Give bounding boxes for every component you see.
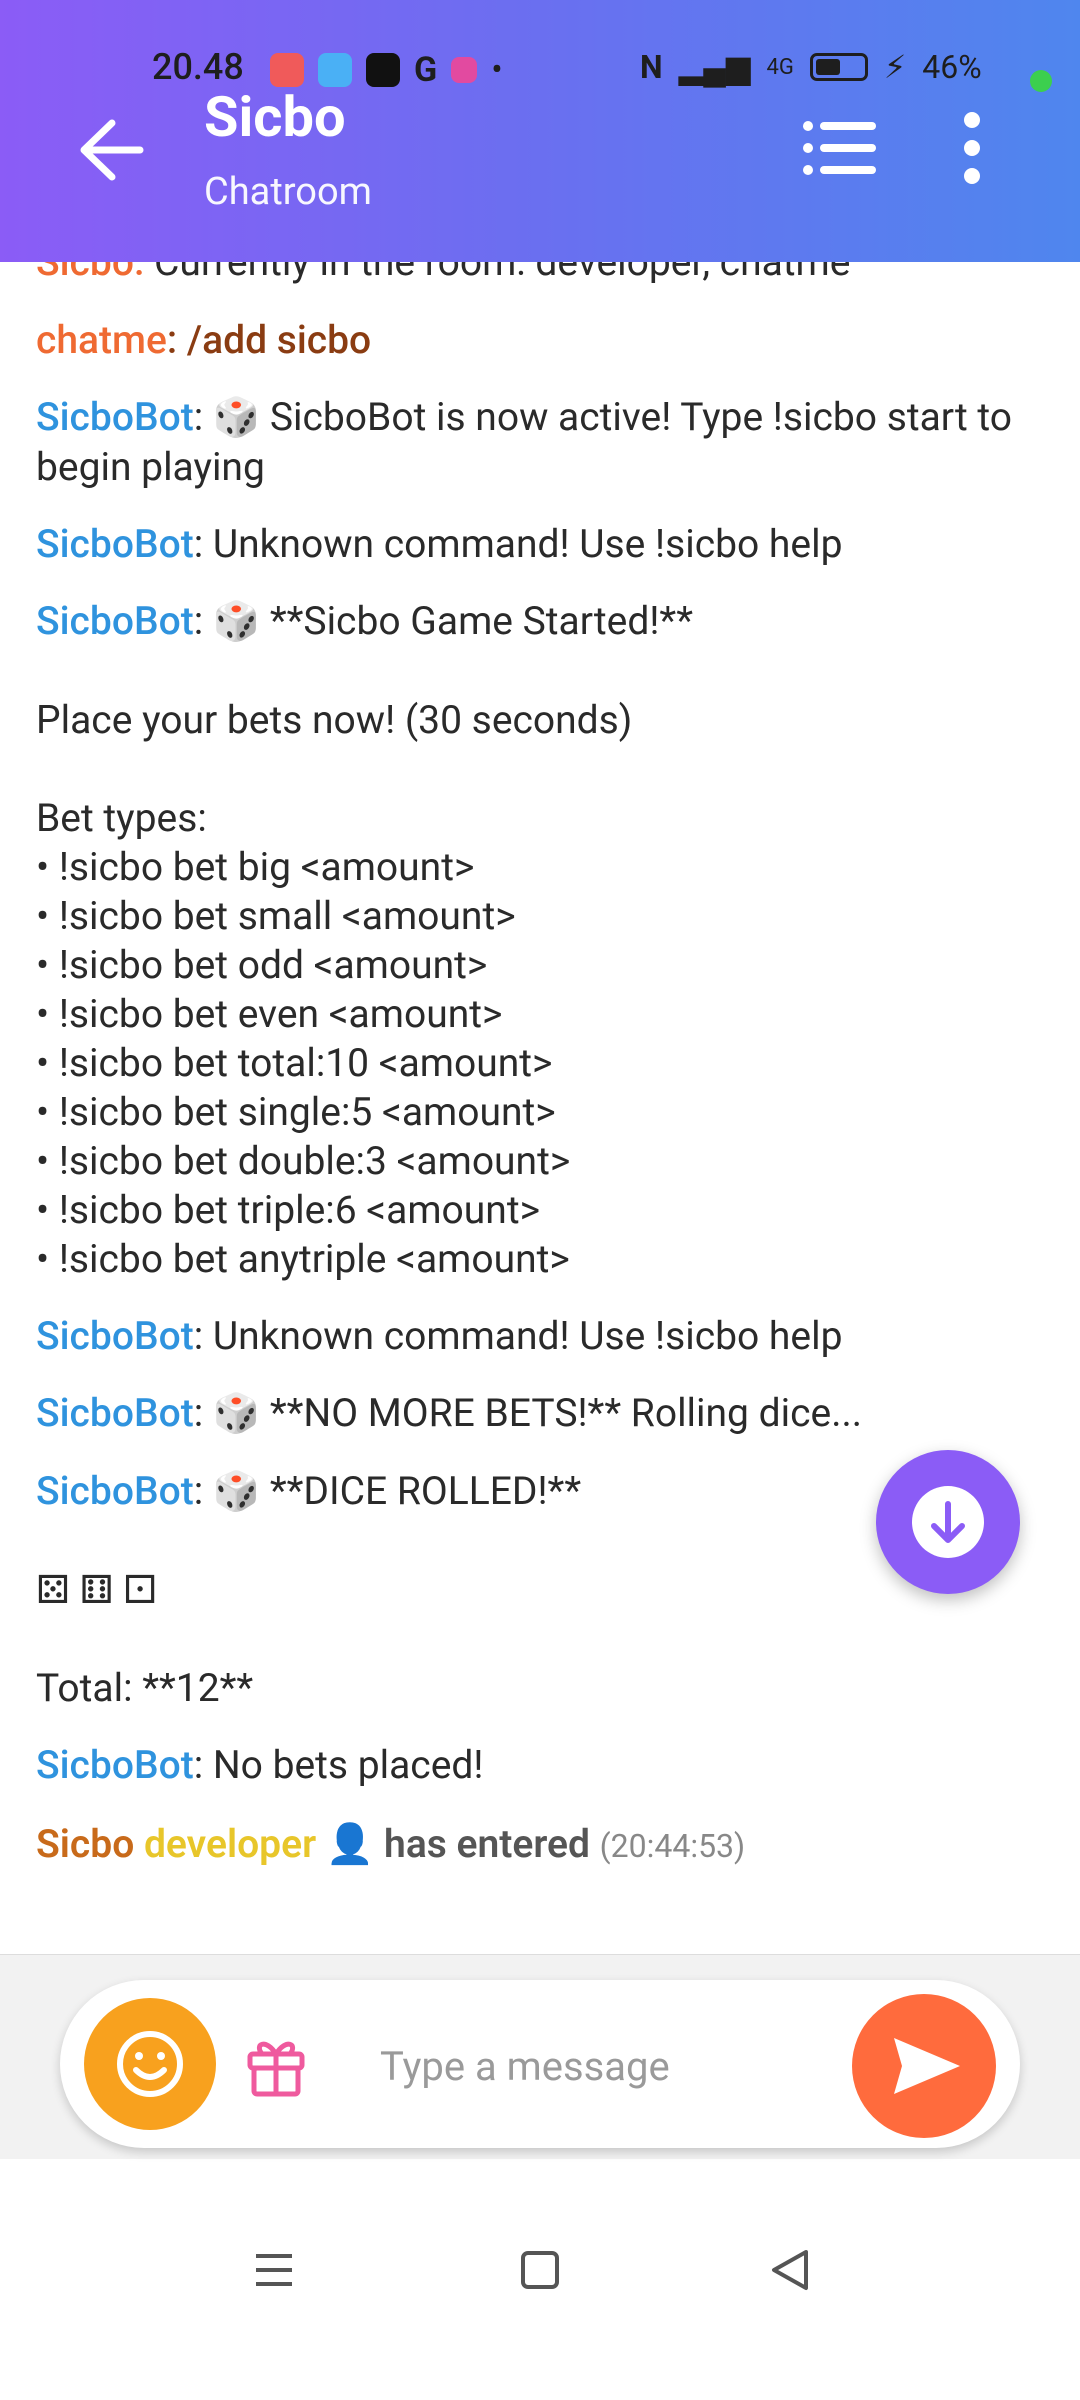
send-icon: [894, 2038, 960, 2094]
status-bar: 20.48 G • N ▂▄▆ 4G ⚡ 46%: [0, 40, 1080, 102]
chat-message: SicboBot: Unknown command! Use !sicbo he…: [36, 521, 843, 567]
message-sender: SicboBot: [36, 1313, 194, 1359]
message-sender: SicboBot: [36, 521, 194, 567]
page-title: Sicbo: [204, 84, 346, 150]
message-sender: SicboBot: [36, 1742, 194, 1788]
send-button[interactable]: [852, 1994, 996, 2138]
triangle-back-icon: [772, 2250, 808, 2290]
more-notifications-icon: •: [491, 50, 503, 90]
play-app-icon: [366, 53, 400, 87]
gift-button[interactable]: [240, 2028, 312, 2100]
chat-message: SicboBot: 🎲 **NO MORE BETS!** Rolling di…: [36, 1390, 863, 1436]
chat-message: Sicbo: Currently in the room: developer,…: [36, 262, 1044, 290]
message-text: Currently in the room: developer, chatme: [144, 262, 851, 285]
system-navigation-bar: [0, 2230, 1080, 2370]
scroll-to-bottom-button[interactable]: [876, 1450, 1020, 1594]
entered-user-name: developer: [143, 1821, 317, 1867]
emoji-button[interactable]: [84, 1998, 216, 2130]
entered-text: has entered: [384, 1821, 590, 1867]
message-sender: SicboBot: [36, 1468, 194, 1514]
message-text: Unknown command! Use !sicbo help: [212, 521, 843, 567]
participants-list-button[interactable]: [800, 112, 880, 184]
chat-message: SicboBot: No bets placed!: [36, 1742, 484, 1788]
home-button[interactable]: [500, 2230, 580, 2310]
google-icon: G: [414, 50, 438, 90]
chat-message-list[interactable]: Sicbo: Currently in the room: developer,…: [0, 262, 1080, 1952]
arrow-left-icon: [80, 119, 144, 181]
dice-icon: 🎲: [212, 396, 261, 440]
tiktok-icon: [451, 57, 478, 83]
page-subtitle: Chatroom: [204, 170, 372, 214]
message-text: /add sicbo: [186, 317, 372, 363]
scroll-button-inner: [912, 1486, 984, 1558]
message-input[interactable]: [378, 2030, 842, 2102]
message-text: **NO MORE BETS!** Rolling dice...: [260, 1390, 863, 1436]
battery-percent: 46%: [922, 48, 982, 86]
menu-lines-icon: [256, 2254, 292, 2286]
status-time: 20.48: [152, 46, 244, 88]
message-sender: SicboBot: [36, 1390, 194, 1436]
battery-icon: [809, 53, 868, 81]
smiley-icon: [117, 2031, 183, 2097]
message-text: Unknown command! Use !sicbo help: [212, 1313, 843, 1359]
message-sender: Sicbo: [36, 262, 134, 285]
privacy-indicator-icon: [1030, 70, 1052, 92]
back-button[interactable]: [72, 115, 148, 185]
arrow-down-icon: [931, 1501, 965, 1543]
dice-icon: 🎲: [212, 600, 261, 644]
nfc-icon: N: [640, 48, 663, 86]
entered-room-name: Sicbo: [36, 1821, 135, 1867]
message-sender: SicboBot: [36, 394, 194, 440]
entered-notice: Sicbo developer 👤 has entered (20:44:53): [36, 1820, 1044, 1871]
chat-message: SicboBot: 🎲 **Sicbo Game Started!** Plac…: [36, 598, 694, 1282]
back-nav-button[interactable]: [750, 2230, 830, 2310]
entered-time: (20:44:53): [599, 1827, 746, 1865]
message-text: No bets placed!: [212, 1742, 484, 1788]
more-options-button[interactable]: [944, 110, 1000, 186]
app-header: 20.48 G • N ▂▄▆ 4G ⚡ 46% Sicbo Chatroom: [0, 0, 1080, 262]
square-icon: [521, 2251, 559, 2289]
chat-message: SicboBot: Unknown command! Use !sicbo he…: [36, 1313, 843, 1359]
recent-apps-button[interactable]: [234, 2230, 314, 2310]
dice-icon: 🎲: [212, 1392, 261, 1436]
more-vertical-icon: [964, 112, 980, 184]
weather-icon: [318, 53, 352, 87]
network-type: 4G: [766, 54, 794, 80]
message-sender: SicboBot: [36, 598, 194, 644]
list-icon: [803, 121, 876, 175]
notification-app-icon: [270, 53, 304, 87]
signal-icon: ▂▄▆: [678, 48, 751, 86]
chat-message: SicboBot: 🎲 SicboBot is now active! Type…: [36, 394, 1013, 490]
gift-icon: [247, 2041, 305, 2097]
chat-message: chatme: /add sicbo: [36, 317, 372, 363]
status-indicators: N ▂▄▆ 4G ⚡ 46%: [640, 48, 982, 86]
charging-icon: ⚡: [883, 48, 907, 86]
message-sender: chatme: [36, 317, 167, 363]
message-text: **Sicbo Game Started!** Place your bets …: [36, 598, 694, 1282]
dice-icon: 🎲: [212, 1470, 261, 1514]
user-icon: 👤: [325, 1821, 375, 1867]
